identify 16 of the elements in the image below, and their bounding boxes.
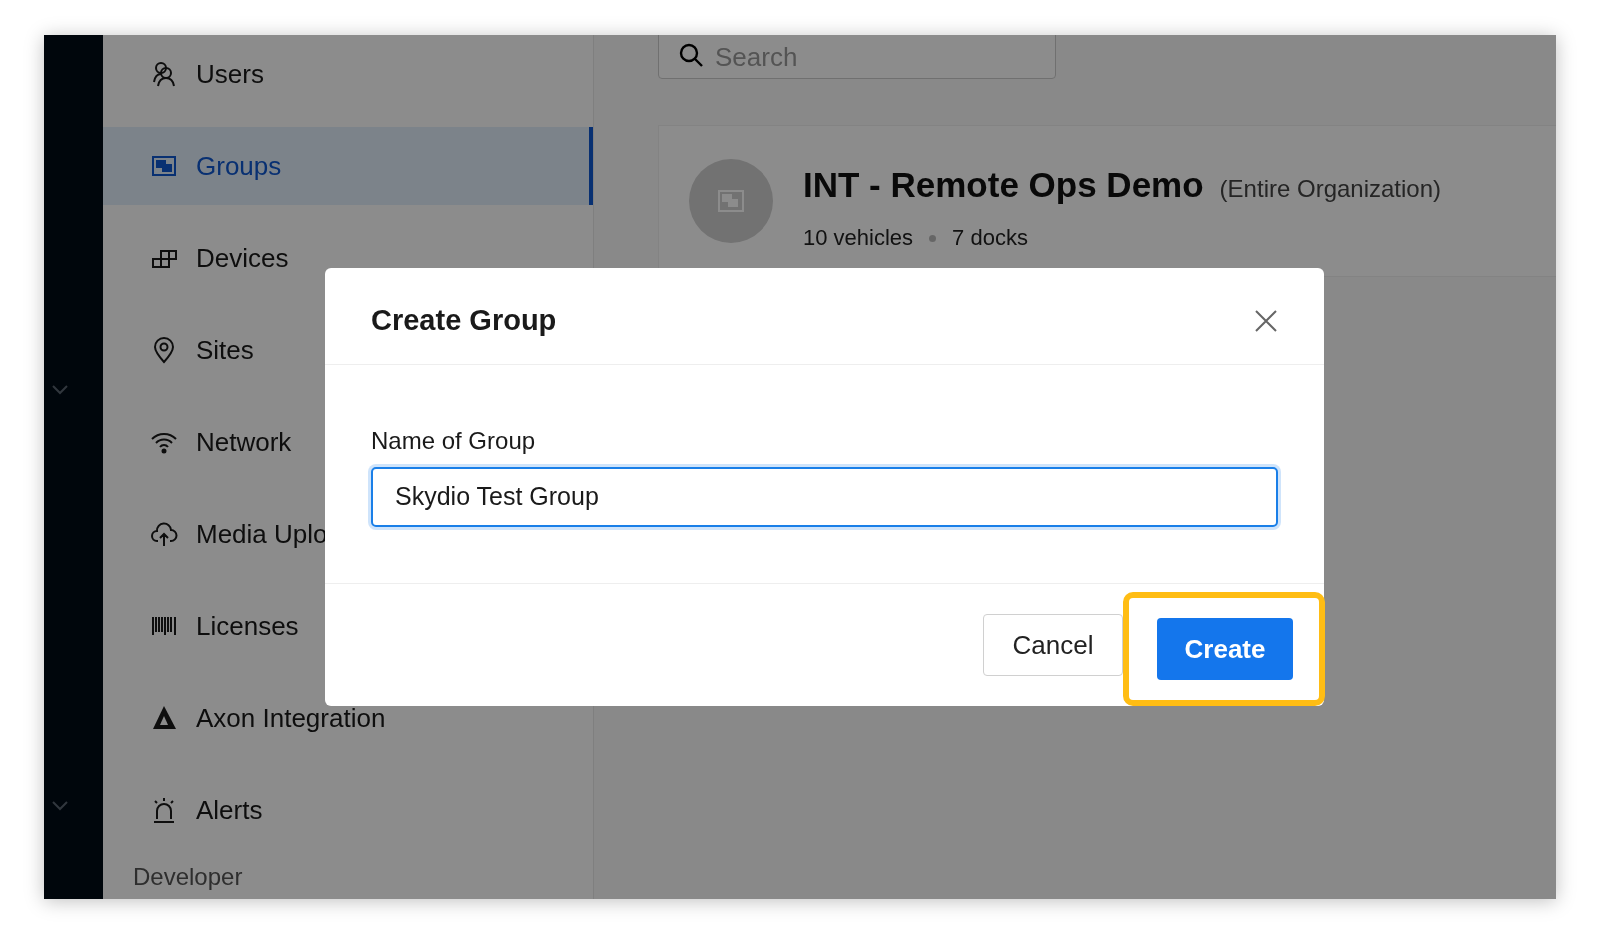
sidebar-item-label: Users	[196, 58, 264, 90]
sidebar-item-label: Groups	[196, 150, 282, 182]
section-heading: Developer	[132, 863, 244, 891]
dialog-title: Create Group	[371, 304, 557, 338]
group-name: INT - Remote Ops Demo	[803, 165, 1204, 205]
group-stat: 10 vehicles	[803, 225, 914, 251]
group-stat: 7 docks	[952, 225, 1028, 251]
sidebar-item-label: Axon Integration	[196, 702, 386, 734]
field-label: Name of Group	[371, 426, 537, 455]
sidebar-item-label: Sites	[196, 334, 254, 366]
group-scope: (Entire Organization)	[1219, 175, 1442, 203]
sidebar-item-label: Licenses	[196, 610, 299, 642]
sidebar-item-label: Network	[196, 426, 292, 458]
sidebar-item-label: Alerts	[196, 794, 263, 826]
sidebar-item-label: Devices	[196, 242, 289, 274]
sidebar-item-label: Media Uplo	[196, 518, 328, 550]
